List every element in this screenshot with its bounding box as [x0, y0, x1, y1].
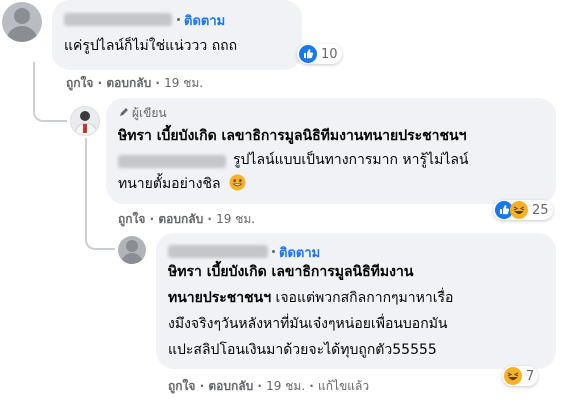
comment-actions: ถูกใจ · ตอบกลับ · 19 ชม.	[118, 212, 256, 226]
comment-actions: ถูกใจ · ตอบกลับ · 19 ชม. · แก้ไขแล้ว	[168, 379, 370, 393]
reaction-count: 10	[321, 46, 338, 62]
haha-reaction-icon	[510, 201, 528, 219]
comment-text: งมึงจริงๆวันหลังหาที่มันเจ๋งๆหน่อยเพื่อน…	[168, 316, 448, 332]
reaction-count: 7	[526, 368, 535, 384]
reaction-summary[interactable]: 25	[493, 200, 553, 220]
avatar[interactable]	[118, 236, 146, 264]
edited-label[interactable]: แก้ไขแล้ว	[318, 379, 369, 393]
timestamp[interactable]: 19 ชม.	[266, 379, 305, 393]
comment-text-line: เจอแต่พวกสกิลกากๆมาหาเรื่อ	[275, 290, 454, 306]
mentioned-name-redacted[interactable]	[118, 155, 226, 168]
comment-text: ทนายตั้มอย่างชิล	[118, 174, 246, 195]
comment-text: แค่รูปไลน์ก็ไม่ใช่แน่ววว ถถถ	[64, 38, 238, 54]
reaction-summary[interactable]: 7	[502, 366, 539, 386]
mention-link[interactable]: ษิทรา เบี้ยบังเกิด เลขาธิการมูลนิธิทีมงา…	[118, 126, 466, 147]
pencil-icon	[120, 108, 128, 116]
follow-link[interactable]: ติดตาม	[279, 242, 320, 263]
like-action[interactable]: ถูกใจ	[66, 76, 93, 90]
like-reaction-icon	[299, 45, 317, 63]
avatar[interactable]	[2, 2, 42, 42]
haha-reaction-icon	[504, 367, 522, 385]
follow-link[interactable]: ติดตาม	[184, 10, 225, 31]
commenter-name-redacted[interactable]	[168, 245, 268, 258]
timestamp[interactable]: 19 ชม.	[164, 76, 203, 90]
thread-line	[85, 138, 87, 228]
mention-link[interactable]: ทนายประชาชนฯ	[168, 290, 271, 306]
reply-action[interactable]: ตอบกลับ	[158, 212, 203, 226]
separator-dot	[177, 18, 180, 21]
comment-text: ทนายประชาชนฯ เจอแต่พวกสกิลกากๆมาหาเรื่อ	[168, 288, 453, 309]
author-badge: ผู้เขียน	[132, 106, 167, 120]
timestamp[interactable]: 19 ชม.	[216, 212, 255, 226]
commenter-name-redacted[interactable]	[64, 13, 172, 26]
comment-text-line: ทนายตั้มอย่างชิล	[118, 176, 221, 192]
comment-bubble	[52, 0, 302, 70]
reaction-count: 25	[532, 202, 549, 218]
comment-text: แปะสลิปโอนเงินมาด้วยจะได้ทุบถูกตัว55555	[168, 342, 437, 358]
comment-actions: ถูกใจ · ตอบกลับ · 19 ชม.	[66, 76, 204, 90]
grin-emoji-icon	[229, 174, 246, 191]
mention-link[interactable]: ษิทรา เบี้ยบังเกิด เลขาธิการมูลนิธิทีมงา…	[168, 262, 413, 283]
like-action[interactable]: ถูกใจ	[168, 379, 195, 393]
thread-connector	[85, 226, 115, 250]
reaction-summary[interactable]: 10	[297, 44, 342, 64]
thread-line	[33, 62, 35, 100]
like-action[interactable]: ถูกใจ	[118, 212, 145, 226]
avatar[interactable]	[70, 106, 100, 136]
reply-action[interactable]: ตอบกลับ	[106, 76, 151, 90]
separator-dot	[272, 250, 275, 253]
thread-connector	[33, 98, 67, 122]
reply-action[interactable]: ตอบกลับ	[208, 379, 253, 393]
comment-text: รูปไลน์แบบเป็นทางการมาก หารู้ไม่ไลน์	[233, 152, 469, 168]
